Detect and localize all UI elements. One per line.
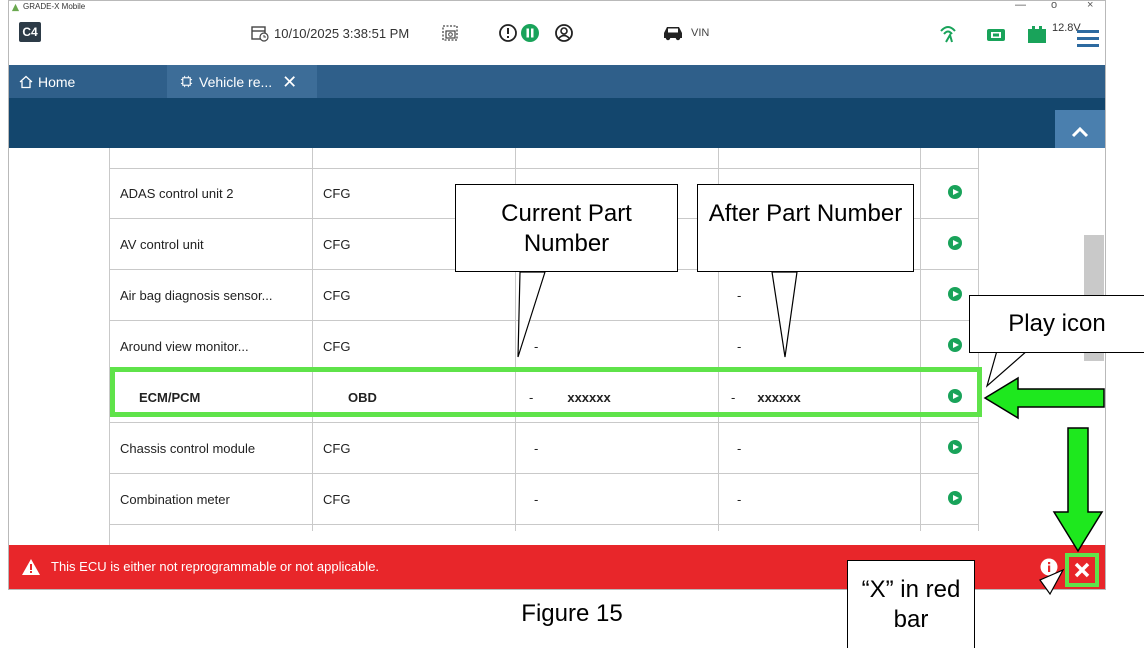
x-pointer — [1039, 568, 1065, 596]
green-arrow-left — [983, 376, 1105, 420]
figure-caption: Figure 15 — [521, 600, 623, 627]
callout-after-part: After Part Number — [697, 184, 914, 272]
green-arrow-down — [1052, 427, 1104, 553]
callout-play-icon: Play icon — [969, 295, 1144, 353]
after-part-pointer — [771, 271, 798, 358]
callout-current-part: Current Part Number — [455, 184, 678, 272]
current-part-pointer — [517, 271, 546, 358]
